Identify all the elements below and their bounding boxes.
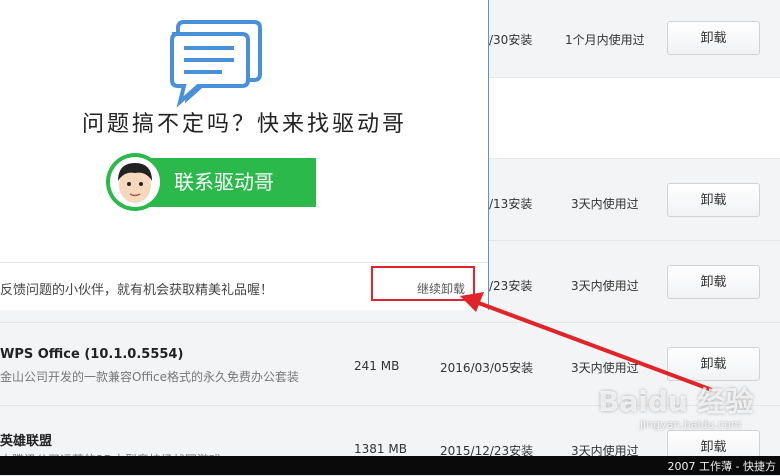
usage-text: 3天内使用过 (571, 361, 639, 375)
app-size: 241 MB (354, 359, 400, 373)
install-date: /13安装 (489, 197, 533, 211)
uninstall-button[interactable]: 卸载 (667, 347, 760, 381)
uninstall-button[interactable]: 卸载 (667, 183, 760, 217)
baidu-watermark: Baidu 经验 (598, 385, 754, 418)
uninstall-button[interactable]: 卸载 (667, 21, 760, 55)
feedback-popup: 问题搞不定吗？快来找驱动哥 联系驱动哥 反馈问题的小伙伴，就有机会获取精美礼品喔… (0, 0, 489, 310)
install-date: /30安装 (489, 33, 533, 47)
app-size: 1381 MB (354, 442, 407, 456)
app-description: 金山公司开发的一款兼容Office格式的永久免费办公套装 (0, 370, 300, 384)
baidu-watermark-url: jingyan.baidu.com (640, 418, 742, 431)
taskbar: 2007 工作薄 - 快捷方 (0, 456, 780, 475)
install-date: 2016/03/05安装 (440, 361, 534, 375)
chat-bubble-icon (170, 20, 262, 108)
taskbar-item[interactable]: 2007 工作薄 - 快捷方 (668, 458, 776, 474)
popup-headline: 问题搞不定吗？快来找驱动哥 (81, 112, 407, 137)
usage-text: 1个月内使用过 (565, 33, 645, 47)
avatar-icon (106, 153, 164, 211)
app-name: WPS Office (10.1.0.5554) (0, 347, 184, 362)
app-name: 英雄联盟 (0, 434, 53, 449)
usage-text: 3天内使用过 (571, 197, 639, 211)
install-date: /23安装 (489, 279, 533, 293)
usage-text: 3天内使用过 (571, 279, 639, 293)
highlight-box (371, 266, 475, 301)
footer-message: 反馈问题的小伙伴，就有机会获取精美礼品喔！ (0, 283, 274, 298)
uninstall-button[interactable]: 卸载 (667, 265, 760, 299)
